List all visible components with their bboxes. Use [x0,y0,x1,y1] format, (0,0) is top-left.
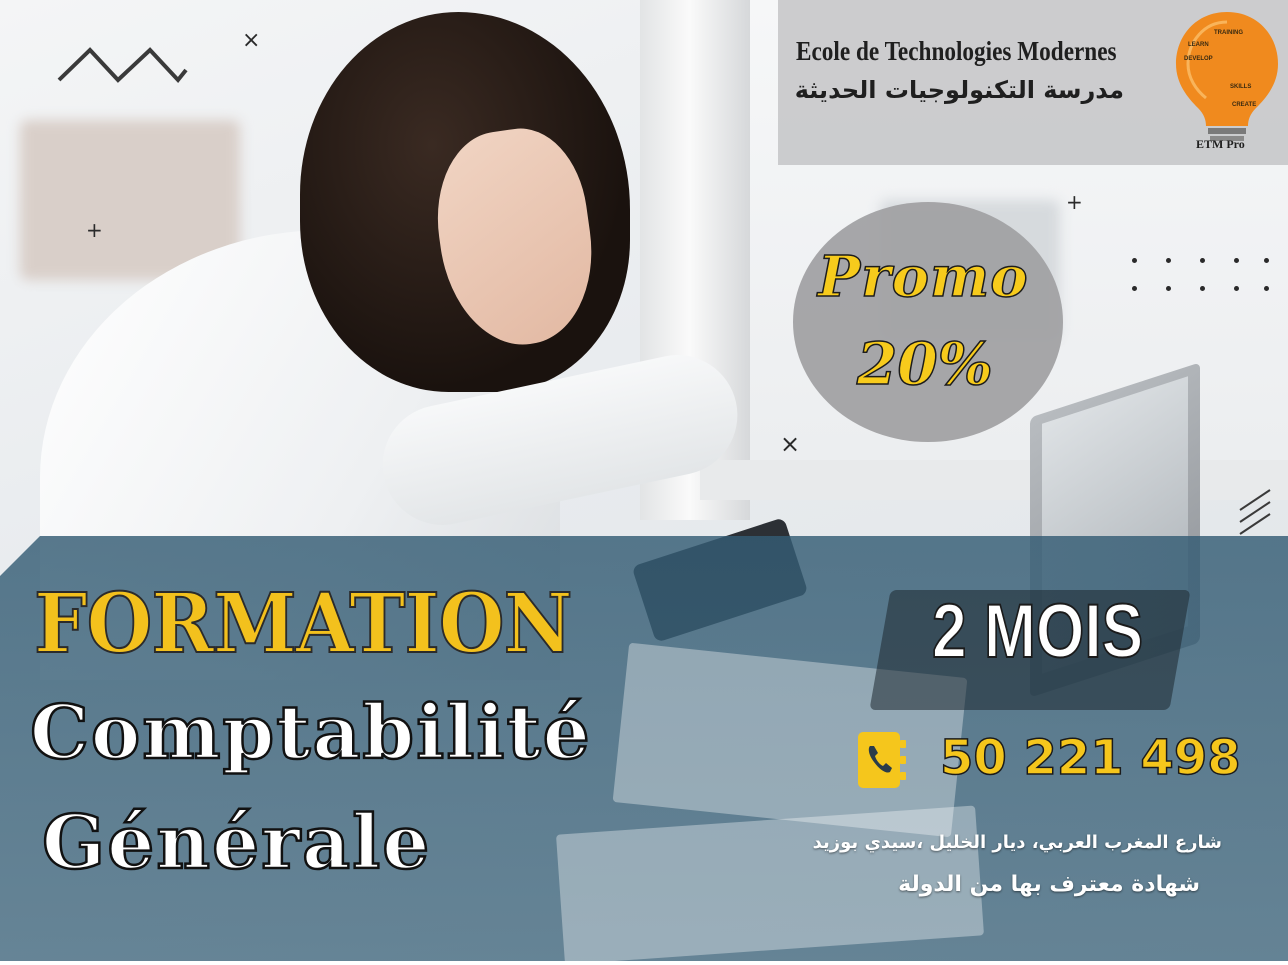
course-title-line2: Générale [41,799,432,888]
promo-label: Promo [817,243,1029,311]
promo-discount: 20% [856,329,993,399]
address-text: شارع المغرب العربي، ديار الخليل ،سيدي بو… [812,832,1222,853]
svg-text:DEVELOP: DEVELOP [1184,56,1213,62]
phone-book-icon [858,732,906,788]
certificate-text: شهادة معترف بها من الدولة [898,872,1200,897]
phone-number[interactable]: 50 221 498 [939,729,1241,787]
plus-decoration: + [86,218,103,242]
cross-decoration: × [780,430,801,458]
plus-decoration: + [1066,190,1083,214]
promo-badge [793,202,1063,442]
svg-text:SKILLS: SKILLS [1230,84,1251,90]
logo-brand: ETM Pro [1196,137,1245,151]
svg-text:TRAINING: TRAINING [1214,30,1243,36]
slash-lines-decoration [1239,489,1271,535]
course-title-line1: Comptabilité [29,689,592,778]
cross-decoration: × [242,28,261,53]
formation-label: FORMATION [33,575,573,673]
course-duration: 2 MOIS [931,588,1144,675]
zigzag-decoration [57,47,188,84]
svg-text:LEARN: LEARN [1188,42,1209,48]
school-name-ar: مدرسة التكنولوجيات الحديثة [794,76,1124,104]
svg-text:CREATE: CREATE [1232,102,1256,108]
school-name-fr: Ecole de Technologies Modernes [796,36,1117,66]
dots-decoration [1132,256,1272,296]
